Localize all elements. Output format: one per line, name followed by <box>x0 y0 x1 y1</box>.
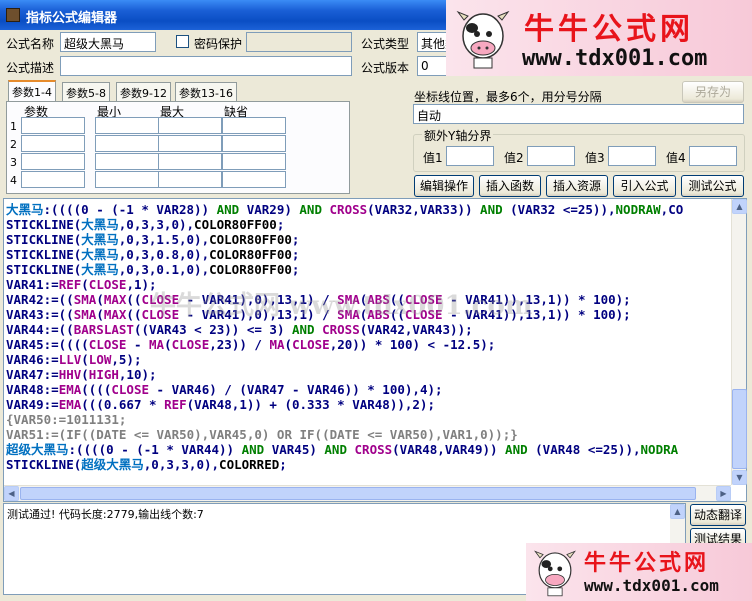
scroll-thumb[interactable] <box>20 487 696 500</box>
param-default-cell[interactable] <box>222 135 286 152</box>
code-lines[interactable]: 大黑马:((((0 - (-1 * VAR28)) AND VAR29) AND… <box>3 199 731 485</box>
window-title: 指标公式编辑器 <box>26 11 118 26</box>
formula-desc-label: 公式描述 <box>6 61 55 75</box>
save-as-button[interactable]: 另存为 <box>682 81 744 103</box>
formula-name-label: 公式名称 <box>6 37 55 51</box>
code-line[interactable]: STICKLINE(大黑马,0,3,0.8,0),COLOR80FF00; <box>6 247 299 262</box>
tab-params-13-16[interactable]: 参数13-16 <box>175 82 237 101</box>
tab-params-5-8[interactable]: 参数5-8 <box>62 82 110 101</box>
param-min-cell[interactable] <box>95 117 159 134</box>
param-name-cell[interactable] <box>21 171 85 188</box>
import-formula-button[interactable]: 引入公式 <box>613 175 676 197</box>
yaxis-value2-label: 值2 <box>504 151 524 165</box>
code-line[interactable]: STICKLINE(超级大黑马,0,3,3,0),COLORRED; <box>6 457 287 472</box>
test-formula-button[interactable]: 测试公式 <box>681 175 744 197</box>
password-input[interactable] <box>246 32 352 52</box>
param-row-number: 3 <box>10 156 17 169</box>
scroll-down-icon[interactable]: ▼ <box>732 470 747 485</box>
param-default-cell[interactable] <box>222 117 286 134</box>
param-name-cell[interactable] <box>21 153 85 170</box>
code-line[interactable]: VAR46:=LLV(LOW,5); <box>6 352 141 367</box>
app-icon <box>6 8 20 22</box>
coord-lines-input[interactable]: 自动 <box>413 104 744 124</box>
yaxis-value3-label: 值3 <box>585 151 605 165</box>
yaxis-value3-input[interactable] <box>608 146 656 166</box>
yaxis-value4-label: 值4 <box>666 151 686 165</box>
editor-vertical-scrollbar[interactable]: ▲ ▼ <box>731 199 747 485</box>
insert-function-button[interactable]: 插入函数 <box>479 175 541 197</box>
code-line[interactable]: VAR48:=EMA((((CLOSE - VAR46) / (VAR47 - … <box>6 382 443 397</box>
tab-params-9-12[interactable]: 参数9-12 <box>116 82 171 101</box>
watermark-url: www.tdx001.com <box>584 576 719 595</box>
param-max-cell[interactable] <box>158 171 222 188</box>
formula-type-label: 公式类型 <box>361 37 410 51</box>
cow-mascot-icon <box>456 10 510 69</box>
param-min-cell[interactable] <box>95 153 159 170</box>
scroll-up-icon[interactable]: ▲ <box>670 504 685 519</box>
formula-name-input[interactable]: 超级大黑马 <box>60 32 156 52</box>
scroll-left-icon[interactable]: ◀ <box>4 486 19 501</box>
yaxis-value4-input[interactable] <box>689 146 737 166</box>
code-line[interactable]: STICKLINE(大黑马,0,3,1.5,0),COLOR80FF00; <box>6 232 299 247</box>
param-max-cell[interactable] <box>158 117 222 134</box>
password-checkbox[interactable] <box>176 35 189 48</box>
code-line[interactable]: STICKLINE(大黑马,0,3,3,0),COLOR80FF00; <box>6 217 284 232</box>
formula-desc-input[interactable] <box>60 56 352 76</box>
scroll-right-icon[interactable]: ▶ <box>716 486 731 501</box>
param-row-number: 2 <box>10 138 17 151</box>
cow-mascot-icon <box>534 550 576 597</box>
scroll-up-icon[interactable]: ▲ <box>732 199 747 214</box>
code-line[interactable]: {VAR50:=1011131; <box>6 412 126 427</box>
code-line[interactable]: STICKLINE(大黑马,0,3,0.1,0),COLOR80FF00; <box>6 262 299 277</box>
param-name-cell[interactable] <box>21 135 85 152</box>
formula-version-label: 公式版本 <box>361 61 410 75</box>
code-line[interactable]: VAR51:=(IF((DATE <= VAR50),VAR45,0) OR I… <box>6 427 518 442</box>
param-name-cell[interactable] <box>21 117 85 134</box>
watermark-overlay: 牛牛公式网 www.tdx001.com <box>150 291 533 321</box>
watermark-cn-text: 牛牛公式网 <box>524 12 694 47</box>
param-min-cell[interactable] <box>95 135 159 152</box>
insert-resource-button[interactable]: 插入资源 <box>546 175 608 197</box>
watermark-cn-text: 牛牛公式网 <box>584 550 710 576</box>
tab-params-1-4[interactable]: 参数1-4 <box>8 80 56 102</box>
edit-operations-button[interactable]: 编辑操作 <box>414 175 474 197</box>
code-line[interactable]: VAR41:=REF(CLOSE,1); <box>6 277 157 292</box>
param-row-number: 1 <box>10 120 17 133</box>
code-line[interactable]: VAR49:=EMA(((0.667 * REF(VAR48,1)) + (0.… <box>6 397 435 412</box>
param-default-cell[interactable] <box>222 171 286 188</box>
editor-horizontal-scrollbar[interactable]: ◀ ▶ <box>4 485 731 501</box>
watermark-url: www.tdx001.com <box>522 46 708 71</box>
code-line[interactable]: VAR44:=((BARSLAST((VAR43 < 23)) <= 3) AN… <box>6 322 473 337</box>
yaxis-value1-input[interactable] <box>446 146 494 166</box>
param-min-cell[interactable] <box>95 171 159 188</box>
yaxis-value2-input[interactable] <box>527 146 575 166</box>
watermark-logo-bottom: 牛牛公式网 www.tdx001.com <box>526 543 752 601</box>
param-default-cell[interactable] <box>222 153 286 170</box>
coord-lines-label: 坐标线位置，最多6个，用分号分隔 <box>414 90 602 104</box>
code-line[interactable]: VAR45:=((((CLOSE - MA(CLOSE,23)) / MA(CL… <box>6 337 495 352</box>
param-max-cell[interactable] <box>158 135 222 152</box>
yaxis-group-title: 额外Y轴分界 <box>422 127 494 144</box>
code-line[interactable]: 大黑马:((((0 - (-1 * VAR28)) AND VAR29) AND… <box>6 202 683 217</box>
yaxis-value1-label: 值1 <box>423 151 443 165</box>
scroll-thumb[interactable] <box>732 389 747 469</box>
param-max-cell[interactable] <box>158 153 222 170</box>
code-line[interactable]: 超级大黑马:((((0 - (-1 * VAR44)) AND VAR45) A… <box>6 442 678 457</box>
output-message: 测试通过! 代码长度:2779,输出线个数:7 <box>7 508 204 521</box>
password-label: 密码保护 <box>194 37 243 51</box>
dynamic-translate-button[interactable]: 动态翻译 <box>690 504 746 526</box>
param-row-number: 4 <box>10 174 17 187</box>
code-line[interactable]: VAR47:=HHV(HIGH,10); <box>6 367 157 382</box>
watermark-logo-top: 牛牛公式网 www.tdx001.com <box>446 0 752 76</box>
